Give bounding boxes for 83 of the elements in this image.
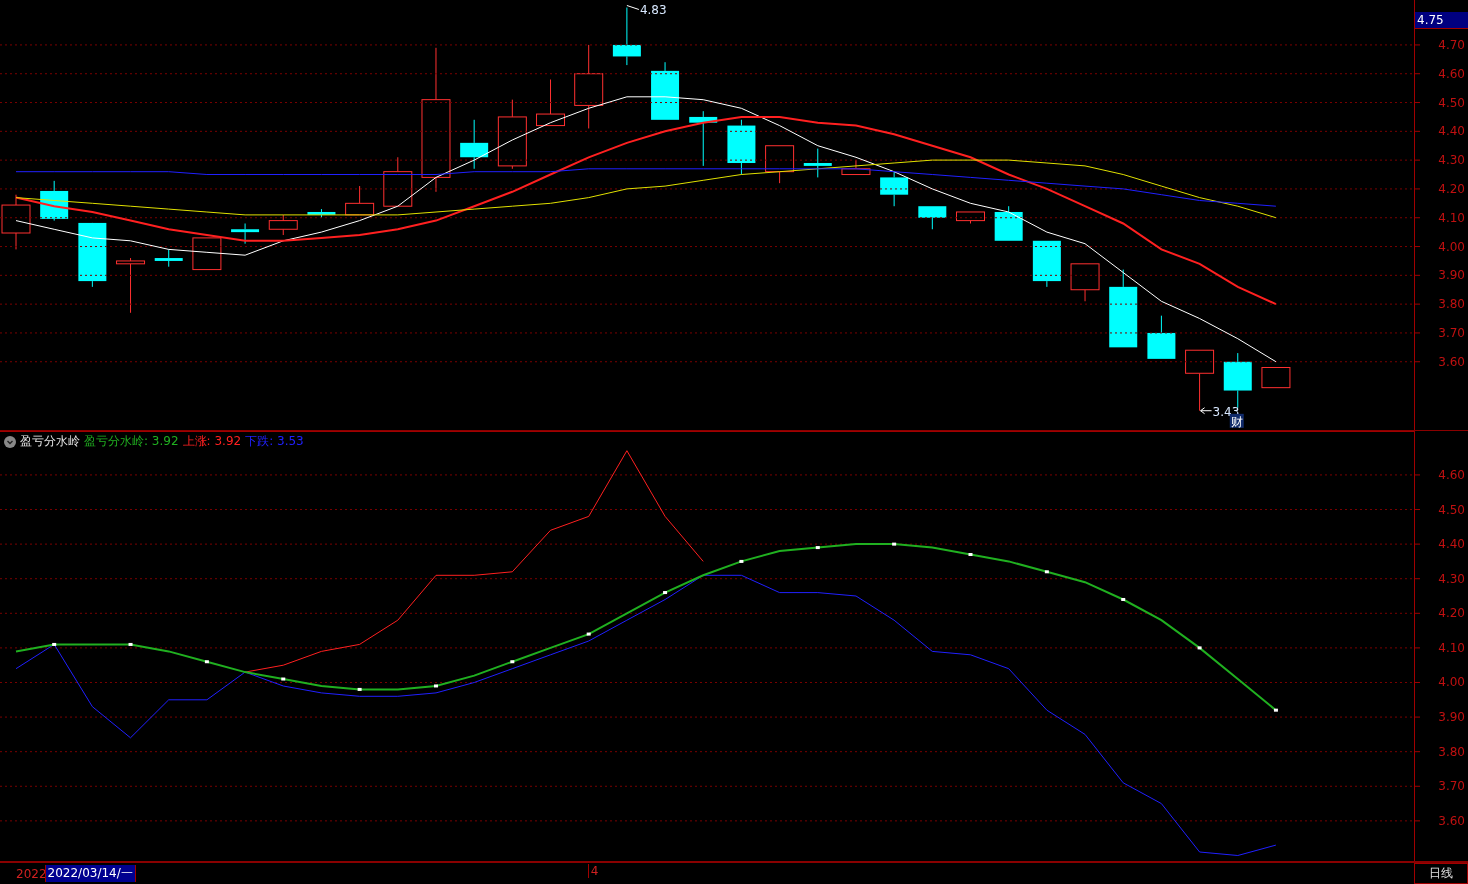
candlestick bbox=[1070, 263, 1100, 302]
axis-label: 3.70 bbox=[1438, 779, 1465, 794]
data-point-marker bbox=[1197, 646, 1202, 650]
candlestick bbox=[956, 211, 985, 224]
leader-line bbox=[1200, 407, 1213, 415]
data-point-marker bbox=[586, 632, 591, 636]
axis-label: 4.40 bbox=[1438, 124, 1465, 139]
candlestick bbox=[1032, 240, 1061, 288]
axis-label: 4.10 bbox=[1438, 640, 1465, 655]
axis-label: 3.80 bbox=[1438, 297, 1465, 312]
axis-label: 4.60 bbox=[1438, 66, 1465, 81]
cursor-price-tag: 4.75 bbox=[1415, 12, 1468, 29]
month-label: 4 bbox=[587, 864, 599, 878]
candlestick bbox=[497, 99, 527, 170]
axis-label: 4.10 bbox=[1438, 210, 1465, 225]
candlestick bbox=[268, 214, 298, 236]
axis-label: 4.30 bbox=[1438, 571, 1465, 586]
data-point-marker bbox=[663, 591, 668, 595]
axis-label: 4.30 bbox=[1438, 153, 1465, 168]
data-point-marker bbox=[281, 677, 286, 681]
candlestick bbox=[192, 237, 222, 271]
candlestick bbox=[1261, 367, 1291, 389]
data-point-marker bbox=[204, 660, 209, 664]
axis-label: 4.60 bbox=[1438, 467, 1465, 482]
axis-label: 4.00 bbox=[1438, 239, 1465, 254]
data-point-marker bbox=[815, 546, 820, 550]
candlestick bbox=[1185, 349, 1215, 412]
axis-label: 4.20 bbox=[1438, 606, 1465, 621]
indicator-reading: 盈亏分水岭: 3.92 bbox=[84, 433, 179, 450]
candlestick bbox=[918, 205, 947, 230]
candlestick bbox=[78, 222, 107, 288]
high-price-label: 4.83 bbox=[639, 3, 667, 18]
period-label[interactable]: 日线 bbox=[1414, 863, 1468, 884]
axis-label: 3.90 bbox=[1438, 710, 1465, 725]
data-point-marker bbox=[968, 553, 973, 556]
candlestick bbox=[307, 208, 336, 219]
candlestick bbox=[40, 180, 69, 222]
candlestick bbox=[154, 248, 183, 268]
candlestick bbox=[765, 145, 795, 184]
collapse-icon[interactable] bbox=[4, 435, 16, 448]
candlestick bbox=[727, 119, 756, 176]
candlestick bbox=[345, 185, 375, 216]
axis-label: 3.60 bbox=[1438, 354, 1465, 369]
candlestick bbox=[231, 223, 260, 245]
leader-line bbox=[626, 5, 640, 10]
axis-label: 4.40 bbox=[1438, 537, 1465, 552]
axis-label: 4.00 bbox=[1438, 675, 1465, 690]
indicator-reading: 下跌: 3.53 bbox=[245, 433, 304, 450]
candlestick bbox=[536, 79, 565, 127]
data-point-marker bbox=[739, 559, 744, 563]
axis-label: 4.50 bbox=[1438, 502, 1465, 517]
data-point-marker bbox=[128, 642, 133, 646]
candlestick bbox=[880, 171, 909, 207]
candlestick bbox=[1223, 352, 1252, 409]
candlestick bbox=[651, 61, 680, 121]
axis-label: 4.70 bbox=[1438, 37, 1465, 52]
axis-label: 3.80 bbox=[1438, 744, 1465, 759]
year-label: 2022 bbox=[16, 866, 47, 881]
candlestick bbox=[841, 159, 871, 176]
data-point-marker bbox=[1273, 708, 1278, 712]
candlestick bbox=[612, 7, 641, 66]
indicator-reading: 上涨: 3.92 bbox=[182, 433, 242, 450]
data-point-marker bbox=[1044, 570, 1049, 574]
candlestick bbox=[383, 156, 413, 207]
axis-label: 3.70 bbox=[1438, 325, 1465, 340]
candlestick bbox=[1147, 315, 1176, 360]
data-point-marker bbox=[1121, 597, 1126, 601]
candlestick bbox=[116, 257, 146, 314]
data-point-marker bbox=[357, 687, 362, 691]
data-point-marker bbox=[434, 684, 438, 688]
candlestick bbox=[803, 148, 832, 178]
candlestick bbox=[460, 119, 489, 170]
candlestick bbox=[689, 110, 718, 167]
indicator-name: 盈亏分水岭 bbox=[20, 433, 80, 450]
cursor-date-tag: 2022/03/14/一 bbox=[44, 865, 136, 882]
data-point-marker bbox=[510, 660, 515, 664]
axis-label: 3.60 bbox=[1438, 813, 1465, 828]
data-point-marker bbox=[52, 642, 57, 646]
candlestick bbox=[994, 205, 1023, 242]
axis-label: 4.50 bbox=[1438, 95, 1465, 110]
axis-label: 4.20 bbox=[1438, 181, 1465, 196]
data-point-marker bbox=[892, 542, 897, 546]
axis-label: 3.90 bbox=[1438, 268, 1465, 283]
